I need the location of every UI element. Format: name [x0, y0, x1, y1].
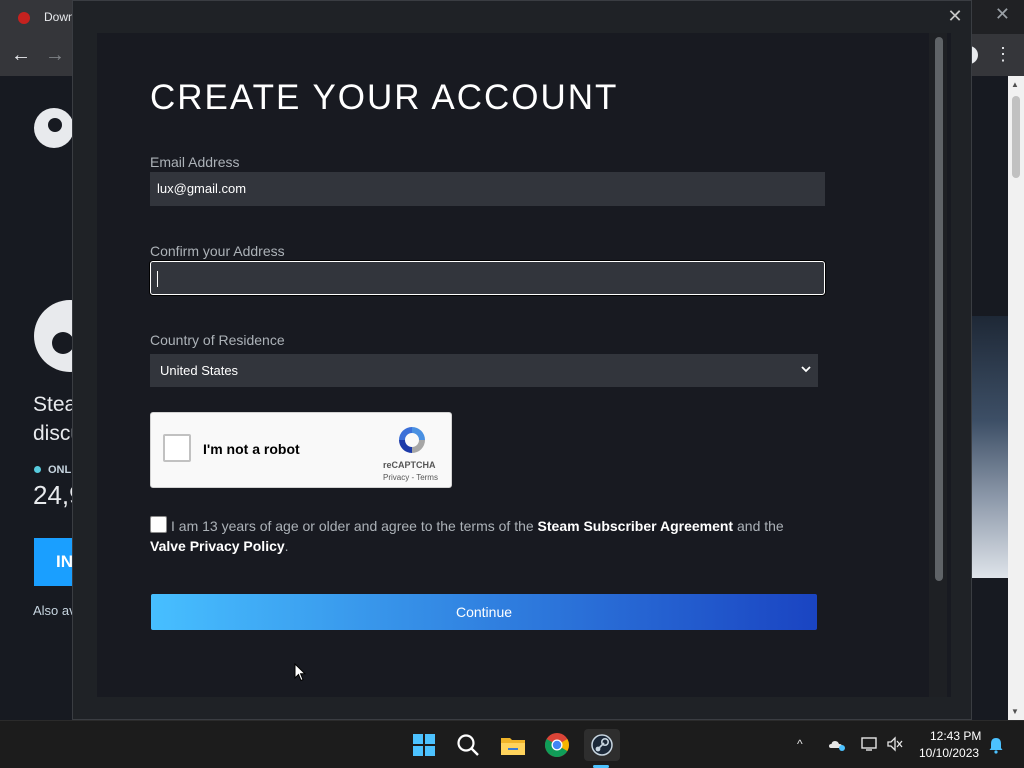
scroll-up-arrow-icon[interactable]: ▲: [1011, 80, 1019, 89]
email-field[interactable]: lux@gmail.com: [150, 172, 825, 206]
search-icon[interactable]: [452, 729, 484, 761]
back-arrow-icon[interactable]: ←: [10, 44, 32, 66]
mouse-cursor-icon: [294, 663, 306, 682]
recaptcha-logo-icon: [399, 427, 425, 453]
windows-start-icon[interactable]: [408, 729, 440, 761]
chevron-down-icon: [801, 366, 811, 373]
modal-scroll-thumb[interactable]: [935, 37, 943, 581]
modal-scrollbar[interactable]: [929, 33, 947, 697]
continue-button[interactable]: Continue: [151, 594, 817, 630]
clock-date[interactable]: 10/10/2023: [919, 746, 979, 760]
email-label: Email Address: [150, 154, 240, 170]
confirm-email-field[interactable]: [150, 261, 825, 295]
recaptcha-links[interactable]: Privacy - Terms: [383, 473, 438, 482]
recaptcha-widget: I'm not a robot reCAPTCHA Privacy - Term…: [150, 412, 452, 488]
country-selected-value: United States: [160, 363, 239, 378]
file-explorer-icon[interactable]: [497, 729, 529, 761]
agreement-text-3: .: [284, 538, 289, 554]
confirm-email-label: Confirm your Address: [150, 243, 285, 259]
notification-bell-icon[interactable]: [988, 736, 1004, 754]
agreement-text-2: and the: [733, 518, 784, 534]
volume-muted-icon[interactable]: [886, 736, 904, 752]
tab-favicon-icon: [18, 12, 30, 24]
agreement-row: I am 13 years of age or older and agree …: [150, 516, 822, 556]
clock-time[interactable]: 12:43 PM: [930, 729, 981, 743]
text-caret: [157, 271, 158, 287]
forward-arrow-icon[interactable]: →: [44, 44, 66, 66]
also-available-text: Also av: [33, 603, 76, 618]
tray-overflow-chevron-icon[interactable]: ^: [797, 737, 803, 751]
steam-taskbar-icon[interactable]: [584, 729, 620, 761]
country-label: Country of Residence: [150, 332, 285, 348]
recaptcha-label: I'm not a robot: [203, 441, 300, 457]
browser-tab[interactable]: Down: [0, 0, 80, 34]
window-close-icon[interactable]: ✕: [995, 4, 1010, 25]
agreement-checkbox[interactable]: [150, 516, 167, 533]
create-account-modal: ✕ CREATE YOUR ACCOUNT Email Address lux@…: [72, 0, 972, 720]
privacy-policy-link[interactable]: Valve Privacy Policy: [150, 538, 285, 554]
chrome-icon[interactable]: [541, 729, 573, 761]
hero-image: [972, 316, 1008, 578]
scroll-down-arrow-icon[interactable]: ▼: [1011, 707, 1019, 716]
taskbar: ^ 12:43 PM 10/10/2023: [0, 720, 1024, 768]
online-label: ONLI: [34, 464, 74, 476]
agreement-text-1: I am 13 years of age or older and agree …: [171, 518, 538, 534]
network-icon[interactable]: [860, 736, 878, 752]
recaptcha-brand: reCAPTCHA: [383, 460, 436, 470]
recaptcha-checkbox[interactable]: [163, 434, 191, 462]
modal-close-icon[interactable]: ✕: [945, 5, 965, 27]
country-select[interactable]: United States: [150, 354, 818, 387]
tab-title: Down: [44, 10, 75, 24]
page-scrollbar[interactable]: ▲ ▼: [1008, 76, 1024, 720]
page-scroll-thumb[interactable]: [1012, 96, 1020, 178]
browser-menu-icon[interactable]: ⋮: [994, 42, 1012, 66]
page-title: CREATE YOUR ACCOUNT: [150, 78, 619, 117]
steam-logo-icon: [34, 108, 74, 148]
onedrive-icon[interactable]: [828, 736, 846, 752]
subscriber-agreement-link[interactable]: Steam Subscriber Agreement: [538, 518, 734, 534]
